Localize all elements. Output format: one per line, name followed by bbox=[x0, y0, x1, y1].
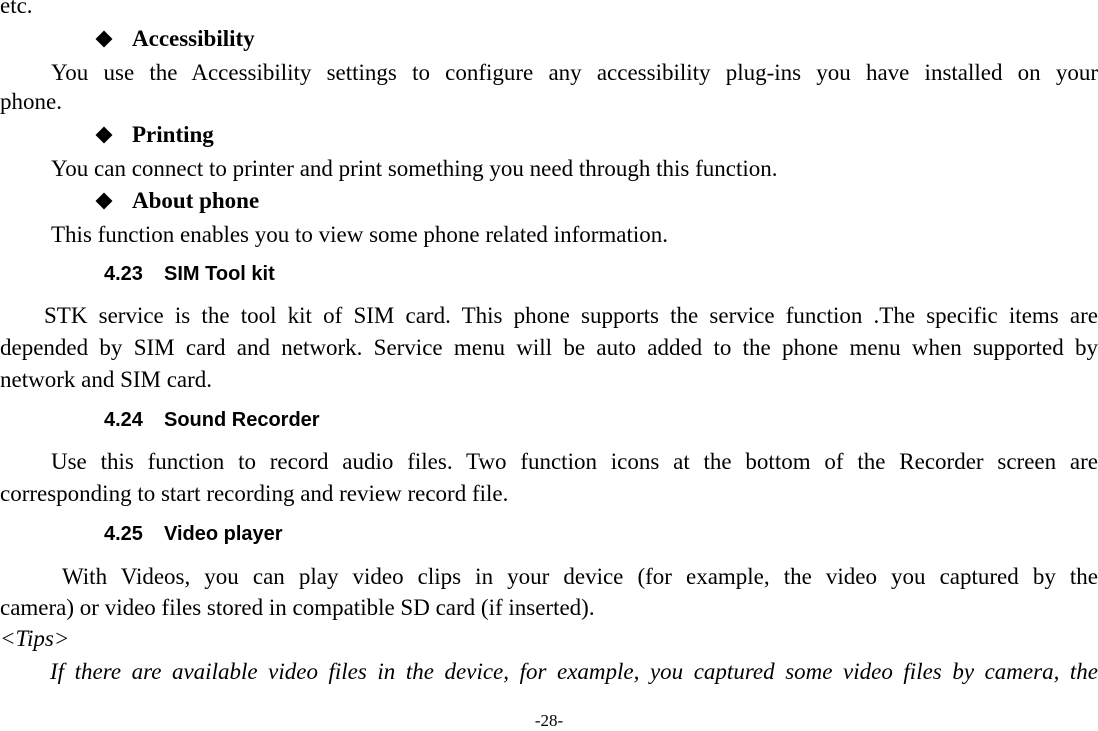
bullet-heading: Printing bbox=[132, 122, 214, 147]
paragraph-line: network and SIM card. bbox=[0, 367, 213, 392]
paragraph-line: corresponding to start recording and rev… bbox=[0, 481, 509, 506]
section-number: 4.25 bbox=[104, 523, 143, 545]
section-title: Video player bbox=[164, 523, 283, 545]
paragraph-line: STK service is the tool kit of SIM card.… bbox=[44, 303, 1098, 328]
paragraph-line: depended by SIM card and network. Servic… bbox=[0, 335, 1098, 360]
diamond-bullet-icon bbox=[95, 192, 113, 210]
tips-label: <Tips> bbox=[0, 626, 70, 651]
text-line: etc. bbox=[0, 0, 33, 18]
section-heading-4-23: 4.23 SIM Tool kit bbox=[104, 262, 275, 286]
paragraph-line: camera) or video files stored in compati… bbox=[0, 595, 595, 620]
bullet-about-phone: About phone bbox=[94, 187, 259, 215]
paragraph-line: This function enables you to view some p… bbox=[51, 222, 669, 247]
section-heading-4-25: 4.25 Video player bbox=[104, 522, 283, 546]
page-number: -28- bbox=[534, 711, 564, 730]
paragraph-line: You use the Accessibility settings to co… bbox=[51, 60, 1098, 85]
section-number: 4.23 bbox=[104, 263, 143, 285]
bullet-heading: Accessibility bbox=[132, 26, 255, 51]
bullet-printing: Printing bbox=[94, 121, 214, 149]
paragraph-line: With Videos, you can play video clips in… bbox=[62, 564, 1098, 589]
section-number: 4.24 bbox=[104, 409, 143, 431]
diamond-bullet-icon bbox=[95, 126, 113, 144]
bullet-heading: About phone bbox=[132, 188, 260, 213]
paragraph-line: phone. bbox=[0, 89, 62, 114]
section-title: SIM Tool kit bbox=[164, 263, 275, 285]
paragraph-line: Use this function to record audio files.… bbox=[51, 449, 1098, 474]
section-title: Sound Recorder bbox=[164, 409, 320, 431]
tips-text: If there are available video files in th… bbox=[50, 659, 1098, 684]
section-heading-4-24: 4.24 Sound Recorder bbox=[104, 408, 320, 432]
bullet-accessibility: Accessibility bbox=[94, 25, 255, 53]
paragraph-line: You can connect to printer and print som… bbox=[51, 156, 778, 181]
diamond-bullet-icon bbox=[95, 30, 113, 48]
